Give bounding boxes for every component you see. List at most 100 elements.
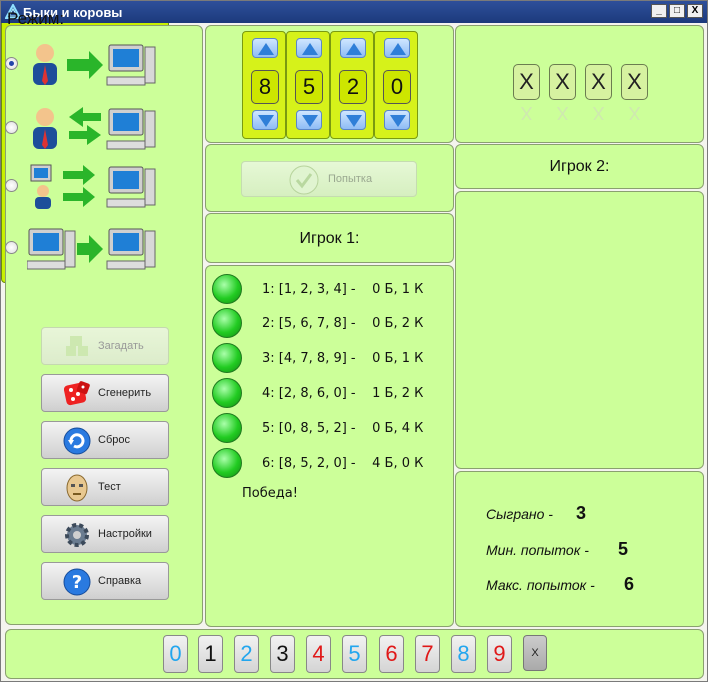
hidden-digit-reflection: X [520, 105, 533, 121]
player1-header-panel: Игрок 1: [205, 213, 454, 263]
minimize-button[interactable]: _ [651, 4, 667, 18]
test-button[interactable]: Тест [41, 468, 169, 506]
min-attempts-value: 5 [618, 539, 629, 559]
arrow-down-icon [346, 115, 362, 127]
digit-value-1: 8 [251, 70, 279, 104]
help-label: Справка [98, 575, 142, 587]
digit-down-button-1[interactable] [252, 110, 278, 130]
hidden-digit: X [549, 64, 576, 100]
guess-label: Загадать [98, 340, 144, 352]
digit-up-button-1[interactable] [252, 38, 278, 58]
try-label: Попытка [328, 173, 373, 185]
digit-key-6[interactable]: 6 [379, 635, 404, 673]
mode-option-computer-vs-computer[interactable] [5, 223, 165, 279]
player1-attempts-panel: 1: [1, 2, 3, 4] - 0 Б, 1 К 2: [5, 6, 7, … [205, 265, 454, 627]
attempt-ball-icon [212, 274, 242, 304]
digit-selector-4: 0 [374, 31, 418, 139]
digit-down-button-2[interactable] [296, 110, 322, 130]
played-label: Сыграно - [486, 506, 553, 522]
attempt-ball-icon [212, 448, 242, 478]
digit-key-5[interactable]: 5 [342, 635, 367, 673]
attempt-ball-icon [212, 378, 242, 408]
player2-header-panel: Игрок 2: [455, 144, 704, 189]
attempt-text: 2: [5, 6, 7, 8] - 0 Б, 2 К [262, 316, 424, 331]
guess-button[interactable]: Загадать [41, 327, 169, 365]
arrow-down-icon [302, 115, 318, 127]
digit-key-0[interactable]: 0 [163, 635, 188, 673]
refresh-icon [63, 427, 91, 455]
try-button[interactable]: Попытка [241, 161, 417, 197]
title-bar: Быки и коровы _ □ X [1, 1, 707, 23]
digit-value-3: 2 [339, 70, 367, 104]
stats-panel: Сыграно - 3 Мин. попыток - 5 Макс. попыт… [455, 471, 704, 627]
mode-radio-4[interactable] [5, 241, 18, 254]
mode-option-exchange[interactable] [5, 103, 165, 159]
digit-up-button-2[interactable] [296, 38, 322, 58]
player1-title: Игрок 1: [299, 230, 360, 247]
mode-radio-2[interactable] [5, 121, 18, 134]
test-label: Тест [98, 481, 121, 493]
arrow-up-icon [346, 43, 362, 55]
digit-key-8[interactable]: 8 [451, 635, 476, 673]
settings-button[interactable]: Настройки [41, 515, 169, 553]
digit-selector-3: 2 [330, 31, 374, 139]
dice-icon [63, 381, 90, 406]
hidden-digit-reflection: X [628, 105, 641, 121]
reset-label: Сброс [98, 434, 130, 446]
digit-down-button-4[interactable] [384, 110, 410, 130]
arrow-down-icon [390, 115, 406, 127]
mode-option-user-vs-computer[interactable] [5, 39, 165, 95]
mode-option-computer-user-vs-computer[interactable] [5, 161, 165, 217]
computer-to-computer-icon [27, 228, 156, 270]
user-to-computer-icon [33, 44, 156, 86]
attempt-row: 4: [2, 8, 6, 0] - 1 Б, 2 К [212, 376, 452, 410]
digit-key-1[interactable]: 1 [198, 635, 223, 673]
mode-radio-3[interactable] [5, 179, 18, 192]
attempt-ball-icon [212, 343, 242, 373]
mode-radio-1[interactable] [5, 57, 18, 70]
digit-value-2: 5 [295, 70, 323, 104]
gear-icon [65, 523, 89, 547]
hidden-digit: X [621, 64, 648, 100]
arrow-up-icon [302, 43, 318, 55]
max-attempts-label: Макс. попыток - [486, 577, 595, 593]
attempt-row: 3: [4, 7, 8, 9] - 0 Б, 1 К [212, 341, 452, 375]
digit-key-9[interactable]: 9 [487, 635, 512, 673]
puzzle-icon [66, 336, 88, 356]
generate-button[interactable]: Сгенерить [41, 374, 169, 412]
digit-value-4: 0 [383, 70, 411, 104]
arrow-up-icon [390, 43, 406, 55]
digit-selector-1: 8 [242, 31, 286, 139]
digit-down-button-3[interactable] [340, 110, 366, 130]
min-attempts-label: Мин. попыток - [486, 542, 589, 558]
hidden-digit: X [585, 64, 612, 100]
hidden-digit-reflection: X [592, 105, 605, 121]
digit-up-button-4[interactable] [384, 38, 410, 58]
attempt-text: 3: [4, 7, 8, 9] - 0 Б, 1 К [262, 351, 424, 366]
arrow-down-icon [258, 115, 274, 127]
maximize-button[interactable]: □ [669, 4, 685, 18]
attempt-ball-icon [212, 308, 242, 338]
arrow-up-icon [258, 43, 274, 55]
checkmark-icon [289, 165, 319, 195]
clear-key-button[interactable]: X [523, 635, 547, 671]
played-value: 3 [576, 503, 587, 523]
attempt-ball-icon [212, 413, 242, 443]
digit-selector-2: 5 [286, 31, 330, 139]
svg-text:?: ? [72, 572, 82, 593]
digit-up-button-3[interactable] [340, 38, 366, 58]
help-button[interactable]: ? Справка [41, 562, 169, 600]
digit-key-3[interactable]: 3 [270, 635, 295, 673]
attempt-row: 2: [5, 6, 7, 8] - 0 Б, 2 К [212, 306, 452, 340]
attempt-row: 5: [0, 8, 5, 2] - 0 Б, 4 К [212, 411, 452, 445]
result-text: Победа! [242, 486, 298, 501]
close-button[interactable]: X [687, 4, 703, 18]
digit-key-2[interactable]: 2 [234, 635, 259, 673]
digit-key-7[interactable]: 7 [415, 635, 440, 673]
mode-panel: Режим: [1, 1, 169, 283]
reset-button[interactable]: Сброс [41, 421, 169, 459]
digit-key-4[interactable]: 4 [306, 635, 331, 673]
hidden-digit: X [513, 64, 540, 100]
generate-label: Сгенерить [98, 387, 152, 399]
attempt-text: 1: [1, 2, 3, 4] - 0 Б, 1 К [262, 282, 424, 297]
